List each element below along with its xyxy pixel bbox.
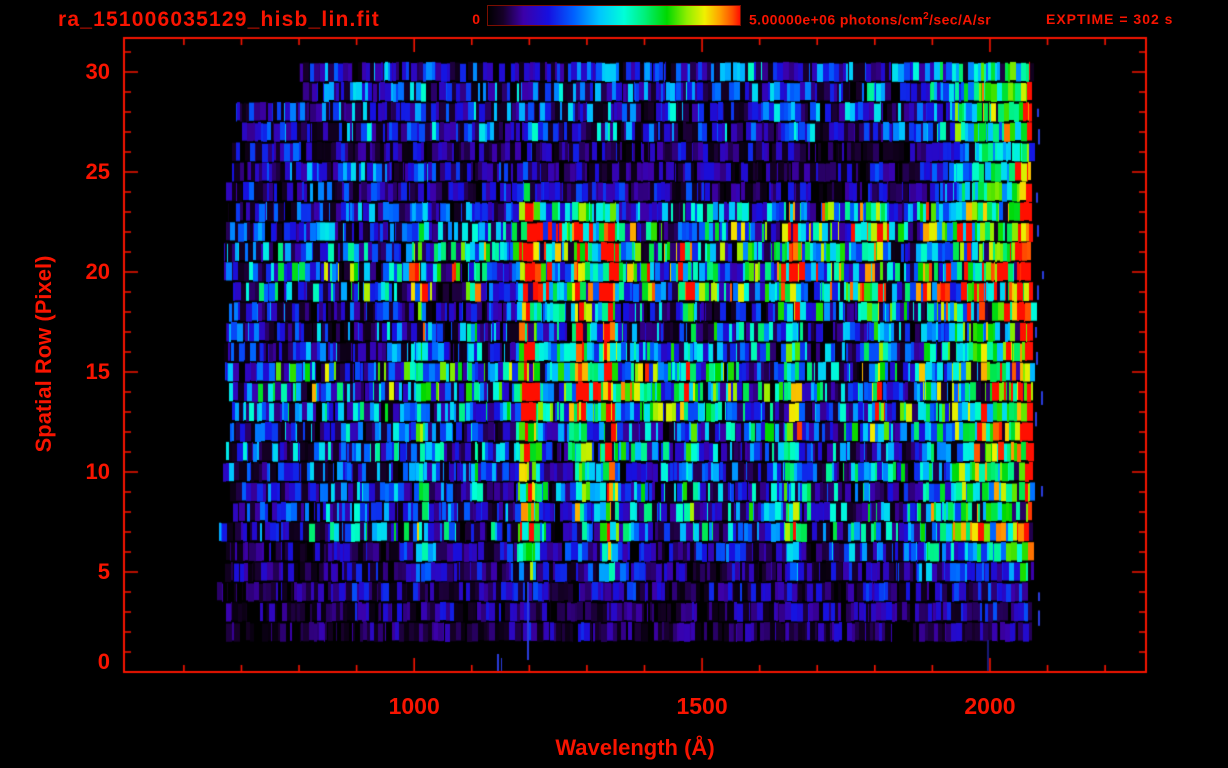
- y-tick-label: 5: [97, 559, 110, 584]
- colorbar-units: photons/cm: [835, 11, 924, 28]
- y-tick-label: 0: [97, 649, 110, 674]
- x-tick-label: 1000: [388, 693, 440, 719]
- colorbar: [487, 5, 741, 26]
- plot-frame: [0, 0, 1228, 768]
- y-tick-label: 30: [85, 59, 110, 84]
- colorbar-max-value: 5.00000e+06: [749, 11, 836, 28]
- spectral-viewer-window: ra_151006035129_hisb_lin.fit 0 5.00000e+…: [0, 0, 1228, 768]
- x-axis-title: Wavelength (Å): [555, 735, 715, 760]
- y-tick-label: 10: [85, 459, 110, 484]
- x-tick-label: 2000: [964, 693, 1016, 719]
- y-tick-label: 25: [85, 159, 110, 184]
- colorbar-max-label: 5.00000e+06 photons/cm2/sec/A/sr: [749, 11, 991, 28]
- x-tick-label: 1500: [676, 693, 728, 719]
- colorbar-min-label: 0: [472, 11, 480, 27]
- exptime-label: EXPTIME = 302 s: [1046, 11, 1174, 27]
- y-tick-label: 20: [85, 259, 110, 284]
- y-axis-title: Spatial Row (Pixel): [31, 255, 56, 453]
- colorbar-units-rest: /sec/A/sr: [929, 11, 992, 28]
- y-tick-label: 15: [85, 359, 110, 384]
- x-axis-tick-labels: 1000 1500 2000: [0, 693, 1228, 721]
